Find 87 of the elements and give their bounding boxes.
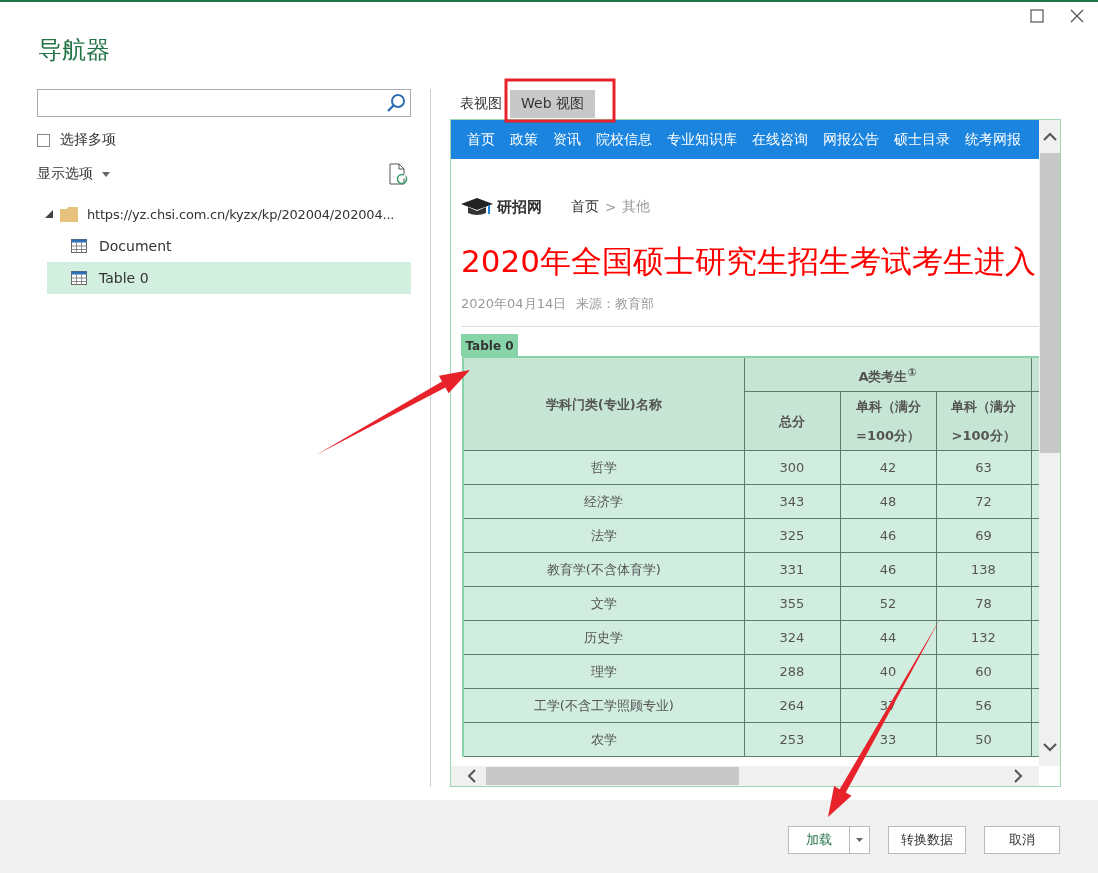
article-meta: 来源：教育部 — [576, 295, 655, 313]
article-headline: 2020年全国硕士研究生招生考试考生进入 — [460, 242, 1037, 281]
mortarboard-icon — [461, 198, 493, 216]
table-cell: 288 — [744, 654, 840, 689]
display-options-dropdown[interactable]: 显示选项 — [37, 165, 110, 183]
table-cell: 46 — [840, 518, 936, 553]
breadcrumb-current: 其他 — [622, 198, 651, 216]
table-cell: 72 — [936, 484, 1031, 519]
table-cell: 52 — [840, 586, 936, 621]
table-cell: 哲学 — [463, 450, 744, 485]
table-cell: 325 — [744, 518, 840, 553]
table-cell: 331 — [744, 552, 840, 587]
table-cell: 253 — [744, 722, 840, 757]
nav-link[interactable]: 资讯 — [553, 130, 581, 149]
scroll-left-icon — [467, 769, 476, 783]
table-cell: 355 — [744, 586, 840, 621]
search-field[interactable] — [37, 89, 411, 117]
table-cell: 343 — [744, 484, 840, 519]
nav-link[interactable]: 在线咨询 — [752, 130, 808, 149]
nav-link[interactable]: 硕士目录 — [894, 130, 950, 149]
nav-link[interactable]: 政策 — [510, 130, 538, 149]
table-cell: 300 — [744, 450, 840, 485]
tree-item[interactable]: Table 0 — [47, 262, 411, 294]
table-icon — [71, 271, 87, 285]
scrollbar-thumb[interactable] — [486, 767, 739, 785]
table-cell: 78 — [936, 586, 1031, 621]
table-cell: 40 — [840, 654, 936, 689]
checkbox-label: 选择多项 — [60, 131, 116, 149]
view-tab[interactable]: 表视图 — [460, 90, 502, 118]
breadcrumb-link[interactable]: 首页 — [571, 198, 599, 216]
header-cell: 学科门类(专业)名称 — [463, 357, 744, 451]
checkbox[interactable] — [37, 133, 50, 147]
nav-link[interactable]: 网报公告 — [823, 130, 879, 149]
table-cell: 教育学(不含体育学) — [463, 552, 744, 587]
header-cell: 总分 — [744, 391, 840, 451]
table-cell: 农学 — [463, 722, 744, 757]
table-cell: 经济学 — [463, 484, 744, 519]
nav-link[interactable]: 统考网报 — [965, 130, 1021, 149]
tree-item[interactable]: https://yz.chsi.com.cn/kyzx/kp/202004/202004... — [45, 198, 411, 230]
scroll-right-icon — [1014, 769, 1023, 783]
table-cell: 法学 — [463, 518, 744, 553]
header-cell: 单科（满分>100分） — [936, 391, 1031, 451]
article-meta: 2020年04月14日 — [461, 295, 567, 313]
load-button[interactable]: 加载 — [788, 826, 849, 854]
table-cell: 56 — [936, 688, 1031, 723]
table-caption: Table 0 — [461, 334, 518, 356]
search-icon — [386, 93, 406, 113]
table-cell: 324 — [744, 620, 840, 655]
table-cell: 264 — [744, 688, 840, 723]
refresh-icon — [388, 163, 408, 185]
nav-link[interactable]: 院校信息 — [596, 130, 652, 149]
dialog-button[interactable]: 转换数据 — [888, 826, 966, 854]
close-icon — [1070, 9, 1084, 23]
header-cell: A类考生$^{①}$ — [744, 357, 1031, 392]
caret-icon — [102, 171, 110, 177]
window-title: 导航器 — [37, 35, 111, 66]
site-name: 研招网 — [497, 197, 542, 217]
folder-icon — [60, 206, 78, 222]
table-cell: 工学(不含工学照顾专业) — [463, 688, 744, 723]
table-icon — [71, 239, 87, 253]
breadcrumb-separator: > — [605, 199, 617, 215]
nav-link[interactable]: 专业知识库 — [667, 130, 737, 149]
table-cell: 42 — [840, 450, 936, 485]
dialog-button[interactable]: 取消 — [984, 826, 1060, 854]
table-cell: 50 — [936, 722, 1031, 757]
view-tab[interactable]: Web 视图 — [510, 90, 595, 118]
tree-item[interactable]: Document — [47, 230, 411, 262]
scroll-down-icon — [1042, 743, 1057, 752]
table-cell: 44 — [840, 620, 936, 655]
scrollbar-corner — [1039, 766, 1060, 786]
table-cell: 历史学 — [463, 620, 744, 655]
header-cell: 单科（满分=100分） — [840, 391, 936, 451]
table-cell: 60 — [936, 654, 1031, 689]
table-cell: 46 — [840, 552, 936, 587]
table-cell: 文学 — [463, 586, 744, 621]
nav-link[interactable]: 首页 — [467, 130, 495, 149]
table-cell: 69 — [936, 518, 1031, 553]
table-cell: 48 — [840, 484, 936, 519]
table-cell: 63 — [936, 450, 1031, 485]
scroll-up-icon — [1042, 132, 1057, 141]
table-cell: 138 — [936, 552, 1031, 587]
maximize-icon — [1030, 9, 1044, 23]
table-cell: 132 — [936, 620, 1031, 655]
dropdown-button[interactable] — [849, 826, 870, 854]
scrollbar-thumb[interactable] — [1039, 153, 1060, 453]
caret-icon — [856, 838, 863, 842]
table-cell: 理学 — [463, 654, 744, 689]
